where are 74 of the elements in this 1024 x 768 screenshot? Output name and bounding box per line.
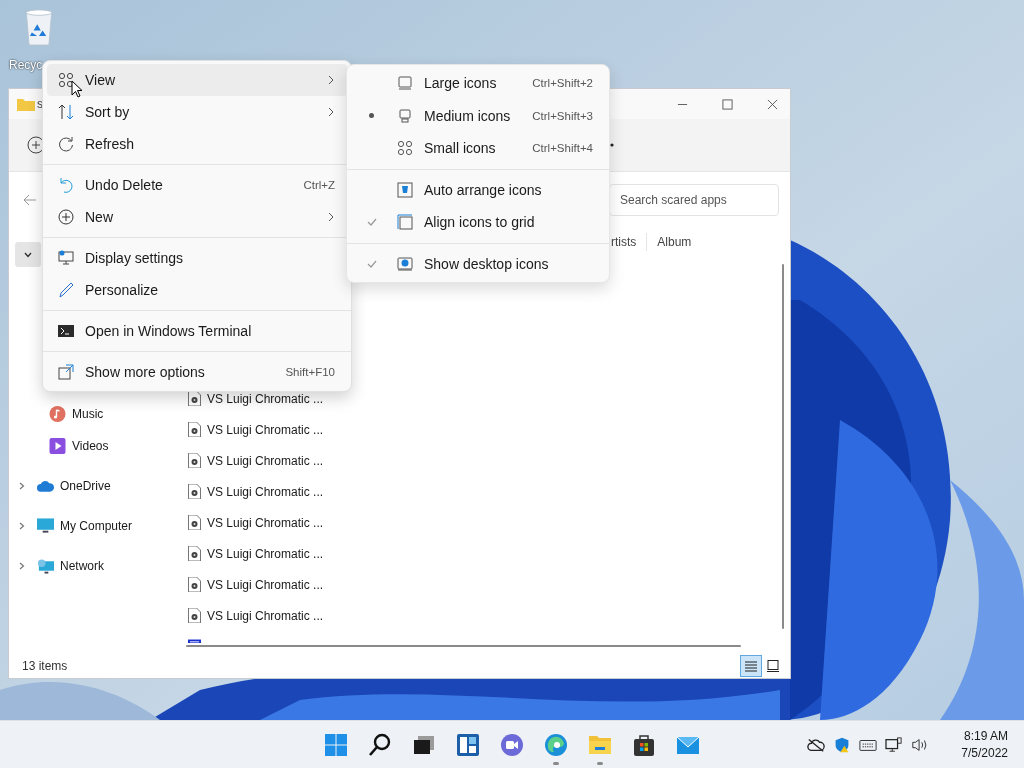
menu-item[interactable]: Small icons Ctrl+Shift+4	[351, 132, 605, 165]
window-title: s	[37, 97, 43, 111]
file-name[interactable]: VS Luigi Chromatic ...	[207, 453, 324, 468]
close-icon[interactable]	[767, 98, 778, 110]
audio-file-icon	[188, 453, 201, 468]
menu-item[interactable]: Align icons to grid	[351, 206, 605, 239]
browser-icon[interactable]	[544, 732, 568, 757]
audio-file-icon	[188, 515, 201, 530]
cloud-icon	[37, 478, 54, 494]
menu-item[interactable]: Undo Delete Ctrl+Z	[47, 169, 347, 201]
view-icon	[58, 72, 74, 88]
clock-date[interactable]: 7/5/2022	[961, 744, 1008, 762]
music-icon	[49, 406, 66, 422]
menu-item[interactable]: Display settings	[47, 242, 347, 274]
file-name[interactable]: VS Luigi Chromatic ...	[207, 546, 324, 561]
video-icon	[49, 438, 66, 454]
nav-item[interactable]: OneDrive	[60, 479, 111, 493]
network-icon[interactable]	[885, 736, 904, 753]
audio-file-icon	[188, 608, 201, 623]
file-name[interactable]: VS Luigi Chromatic ...	[207, 608, 324, 623]
file-name[interactable]: VS Luigi Chromatic ...	[207, 391, 324, 406]
maximize-icon[interactable]	[722, 98, 733, 110]
menu-item[interactable]: Personalize	[47, 274, 347, 306]
menu-item[interactable]: Medium icons Ctrl+Shift+3	[351, 99, 605, 132]
menu-item[interactable]: Sort by	[47, 96, 347, 128]
refresh-icon	[58, 136, 74, 152]
clock-time[interactable]: 8:19 AM	[963, 727, 1008, 745]
start-icon[interactable]	[324, 732, 348, 757]
mouse-pointer-icon	[71, 80, 83, 98]
audio-file-icon	[188, 422, 201, 437]
network-icon	[37, 558, 54, 574]
grid-icon	[397, 140, 413, 157]
search-field[interactable]: Search scared apps	[609, 184, 779, 216]
file-name[interactable]: VS Luigi Chromatic ...	[207, 484, 324, 499]
search-icon[interactable]	[368, 732, 392, 757]
menu-item[interactable]: Auto arrange icons	[351, 173, 605, 206]
menu-item[interactable]: Large icons Ctrl+Shift+2	[351, 67, 605, 100]
audio-file-icon	[188, 546, 201, 561]
file-name[interactable]: VS Luigi Chromatic ...	[207, 577, 324, 592]
widgets-icon[interactable]	[456, 732, 480, 757]
column-header[interactable]: rtists	[611, 233, 647, 251]
item-count: 13 items	[22, 658, 68, 673]
new-icon[interactable]	[27, 136, 45, 154]
file-name[interactable]: VS Luigi Chromatic ...	[207, 422, 324, 437]
menu-item[interactable]: Show more options Shift+F10	[47, 356, 347, 388]
file-name[interactable]: VS Luigi Chromatic ...	[207, 515, 324, 530]
nav-item[interactable]: Network	[60, 559, 104, 573]
audio-file-icon	[188, 577, 201, 592]
nav-item[interactable]: My Computer	[60, 519, 133, 533]
audio-file-icon	[188, 484, 201, 499]
back-arrow-icon[interactable]	[23, 194, 37, 206]
nav-item[interactable]: Music	[72, 407, 104, 421]
folder-icon	[17, 97, 35, 111]
menu-item[interactable]: Open in Windows Terminal	[47, 315, 347, 347]
menu-item[interactable]: View	[47, 64, 347, 96]
menu-item[interactable]: New	[47, 201, 347, 233]
tile-icon	[767, 659, 779, 672]
chat-icon[interactable]	[500, 732, 524, 757]
sort-icon	[58, 104, 74, 120]
display-icon	[58, 250, 74, 266]
store-icon[interactable]	[632, 732, 656, 757]
pen-icon	[58, 282, 74, 298]
nav-item[interactable]: Videos	[72, 439, 109, 453]
column-header[interactable]: Album	[646, 233, 702, 251]
terminal-icon	[58, 323, 74, 339]
cloud-offline-icon[interactable]	[807, 736, 826, 753]
menu-item[interactable]: Show desktop icons	[351, 247, 605, 280]
scrollbar[interactable]	[782, 264, 784, 629]
undo-icon	[58, 177, 74, 193]
list-icon	[745, 659, 757, 672]
details-view-button[interactable]	[740, 654, 762, 677]
new-icon	[58, 209, 74, 225]
menu-item[interactable]: Refresh	[47, 128, 347, 160]
scrollbar[interactable]	[186, 645, 741, 647]
